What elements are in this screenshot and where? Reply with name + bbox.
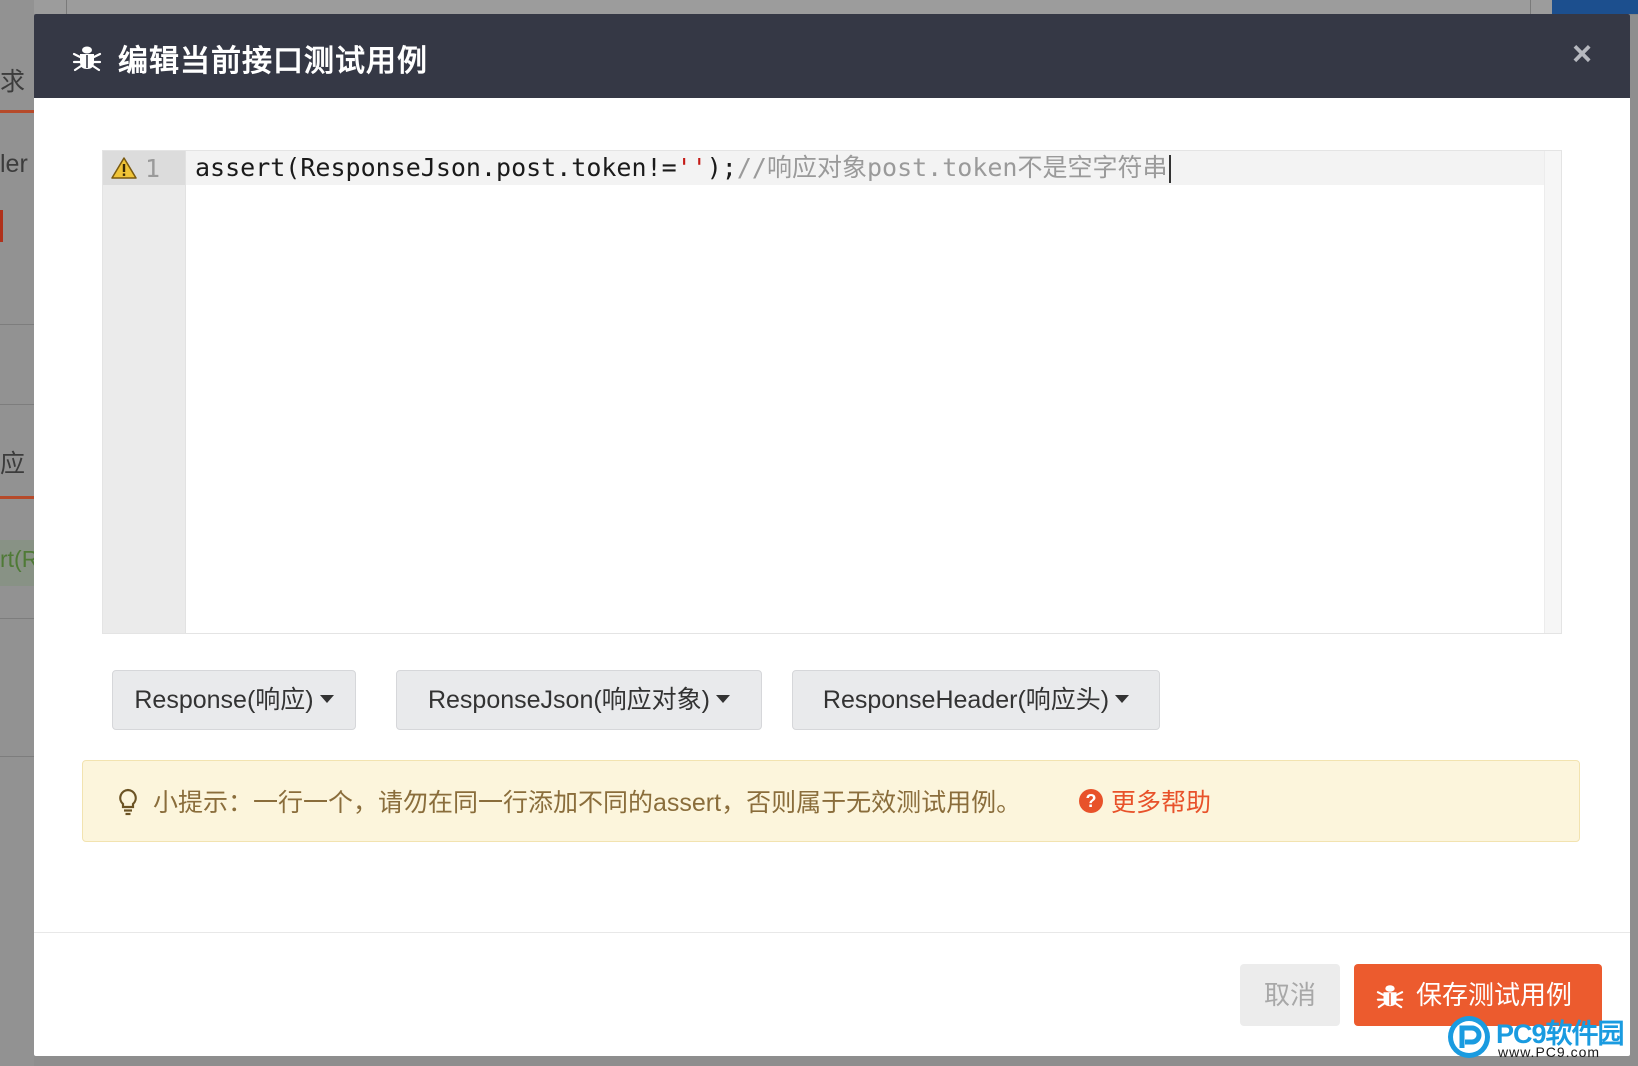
background-tab-response: 应 (0, 450, 26, 478)
code-comment: //响应对象post.token不是空字符串 (736, 153, 1168, 182)
background-divider (66, 0, 67, 14)
text-cursor (1169, 155, 1172, 183)
modal-title: 编辑当前接口测试用例 (118, 45, 428, 78)
code-text: assert(ResponseJson.post.token!= (195, 153, 677, 182)
watermark-url: www.PC9.com (1498, 1044, 1601, 1060)
response-json-dropdown-label: ResponseJson(响应对象) (427, 686, 711, 714)
response-dropdown-button[interactable]: Response(响应) (112, 670, 356, 730)
editor-scrollbar[interactable] (1544, 151, 1561, 633)
response-dropdown-label: Response(响应) (134, 686, 314, 714)
background-tab-indicator (0, 496, 34, 499)
background-code-fragment: rt(R (0, 546, 39, 572)
footer-divider (34, 932, 1630, 933)
background-divider (0, 618, 34, 619)
response-json-dropdown-button[interactable]: ResponseJson(响应对象) (396, 670, 762, 730)
background-error-marker (0, 210, 3, 242)
question-circle-icon[interactable]: ? (1079, 789, 1103, 813)
background-divider (1530, 0, 1531, 14)
watermark: PC9软件园 www.PC9.com (1446, 1012, 1638, 1066)
code-line[interactable]: assert(ResponseJson.post.token!='');//响应… (195, 153, 1172, 183)
background-tab-indicator (0, 110, 34, 113)
bug-icon (1376, 985, 1404, 1009)
background-tab-request: 求 (0, 68, 26, 96)
background-top-bar (0, 0, 1638, 15)
close-icon[interactable]: × (1564, 36, 1600, 72)
caret-down-icon (319, 695, 334, 704)
pc9-logo-icon (1448, 1016, 1490, 1058)
tip-text: 小提示：一行一个，请勿在同一行添加不同的assert，否则属于无效测试用例。 (153, 789, 1022, 817)
code-editor[interactable]: 1 assert(ResponseJson.post.token!='');//… (102, 150, 1562, 634)
background-divider (0, 324, 34, 325)
code-string-literal: '' (676, 153, 707, 182)
warning-icon[interactable] (111, 157, 137, 179)
editor-gutter: 1 (103, 151, 186, 633)
background-divider (0, 756, 34, 757)
background-primary-button (1552, 0, 1638, 14)
modal-header: 编辑当前接口测试用例 × (34, 14, 1630, 98)
background-header-label: ler (0, 150, 28, 178)
background-divider (0, 404, 34, 405)
edit-test-case-modal: 编辑当前接口测试用例 × 1 assert(ResponseJson.post.… (34, 14, 1630, 1056)
response-header-dropdown-label: ResponseHeader(响应头) (822, 686, 1110, 714)
tip-alert: 小提示：一行一个，请勿在同一行添加不同的assert，否则属于无效测试用例。 ?… (82, 760, 1580, 842)
bug-icon (72, 46, 102, 72)
caret-down-icon (1115, 695, 1130, 704)
caret-down-icon (716, 695, 731, 704)
response-header-dropdown-button[interactable]: ResponseHeader(响应头) (792, 670, 1160, 730)
lightbulb-icon (119, 788, 137, 816)
line-number: 1 (145, 154, 161, 183)
more-help-link[interactable]: 更多帮助 (1111, 783, 1211, 819)
cancel-button[interactable]: 取消 (1240, 964, 1340, 1026)
code-text-suffix: ); (706, 153, 737, 182)
